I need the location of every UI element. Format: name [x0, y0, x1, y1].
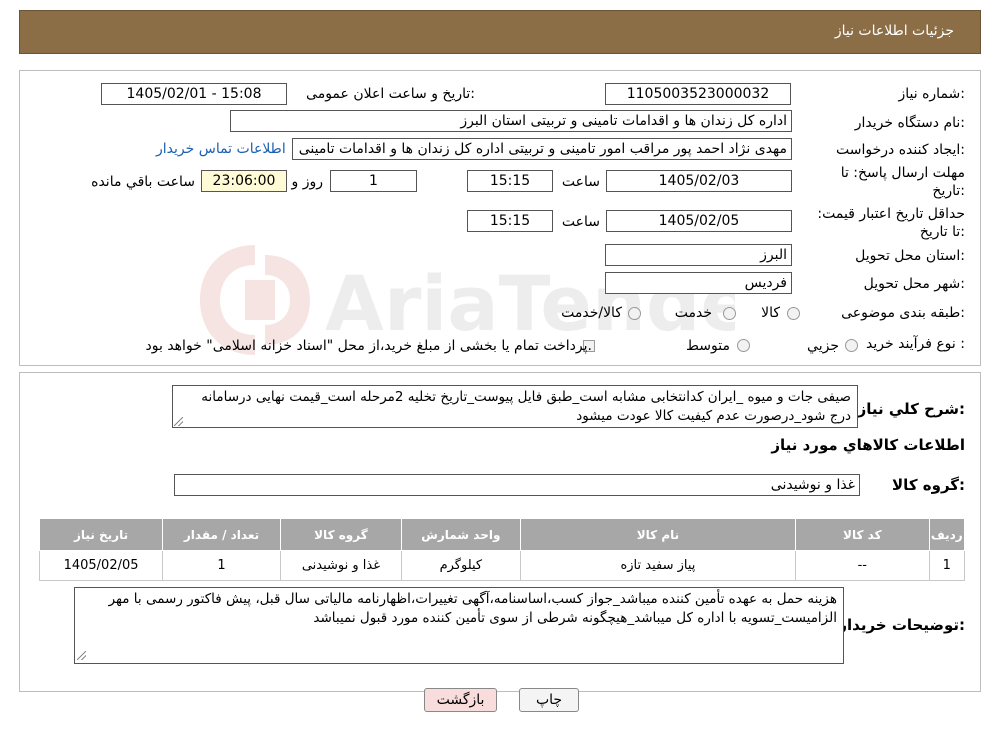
remaining-time-field: 23:06:00 [201, 170, 287, 192]
category-radio-both[interactable] [628, 307, 641, 320]
validity-date-field: 1405/02/05 [606, 210, 792, 232]
cell-unit: کیلوگرم [400, 550, 521, 581]
buyer-org-field: اداره کل زندان ها و اقدامات تامینی و ترب… [230, 110, 792, 132]
summary-textarea: صیفی جات و میوه _ایران کدانتخابی مشابه ا… [172, 385, 858, 428]
col-unit: واحد شمارش [400, 518, 521, 551]
deadline-time-label: ساعت [561, 174, 600, 190]
col-date: تاریخ نیاز [38, 518, 164, 551]
buyer-org-label: نام دستگاه خریدار: [854, 115, 965, 131]
cell-row: 1 [928, 550, 966, 581]
summary-label: شرح کلي نیاز: [857, 400, 965, 418]
buyer-notes-label: توضیحات خریدار: [838, 616, 965, 634]
province-label: استان محل تحویل: [855, 248, 965, 264]
process-option-minor: جزيي [807, 338, 839, 354]
city-field: فردیس [605, 272, 792, 294]
category-radio-service[interactable] [723, 307, 736, 320]
city-label: شهر محل تحویل: [863, 276, 965, 292]
col-qty: تعداد / مقدار [162, 518, 281, 551]
process-option-medium: متوسط [686, 338, 730, 354]
days-label: روز و [291, 174, 324, 190]
announce-field: 1405/02/01 - 15:08 [101, 83, 287, 105]
page-header: جزئیات اطلاعات نیاز [19, 10, 981, 54]
process-note: پرداخت تمام یا بخشی از مبلغ خرید،از محل … [145, 338, 592, 354]
requester-field: مهدی نژاد احمد پور مراقب امور تامینی و ت… [292, 138, 792, 160]
province-field: البرز [605, 244, 792, 266]
goods-table: ردیف کد کالا نام کالا واحد شمارش گروه کا… [38, 518, 966, 581]
announce-label: تاریخ و ساعت اعلان عمومی: [306, 86, 475, 102]
process-label: نوع فرآیند خرید : [866, 336, 965, 352]
print-button[interactable]: چاپ [519, 688, 579, 712]
col-name: نام کالا [519, 518, 797, 551]
category-radio-goods[interactable] [787, 307, 800, 320]
validity-time-field: 15:15 [467, 210, 553, 232]
deadline-date-field: 1405/02/03 [606, 170, 792, 192]
col-row: ردیف [928, 518, 966, 551]
requester-label: ایجاد کننده درخواست: [836, 142, 965, 158]
deadline-label: مهلت ارسال پاسخ: تا تاریخ: [840, 165, 965, 199]
process-radio-medium[interactable] [737, 339, 750, 352]
need-number-field: 1105003523000032 [605, 83, 791, 105]
cell-group: غذا و نوشیدنی [279, 550, 402, 581]
goods-group-field: غذا و نوشیدنی [174, 474, 860, 496]
process-radio-minor[interactable] [845, 339, 858, 352]
col-code: کد کالا [795, 518, 930, 551]
category-option-both: کالا/خدمت [561, 305, 622, 321]
cell-date: 1405/02/05 [38, 550, 164, 581]
col-group: گروه کالا [279, 518, 402, 551]
cell-qty: 1 [162, 550, 281, 581]
cell-code: -- [795, 550, 930, 581]
page-title: جزئیات اطلاعات نیاز [834, 23, 954, 39]
validity-time-label: ساعت [561, 214, 600, 230]
cell-name: پیاز سفید تازه [519, 550, 797, 581]
goods-info-title: اطلاعات کالاهاي مورد نیاز [771, 436, 965, 454]
category-option-service: خدمت [674, 305, 712, 321]
buyer-notes-textarea: هزینه حمل به عهده تأمین کننده میباشد_جوا… [74, 587, 844, 664]
buyer-notes-resize-grip[interactable] [77, 651, 86, 660]
back-button[interactable]: بازگشت [424, 688, 497, 712]
days-field: 1 [330, 170, 417, 192]
summary-resize-grip[interactable] [174, 417, 183, 426]
remaining-label: ساعت باقي مانده [91, 174, 195, 190]
category-label: طبقه بندی موضوعی: [841, 305, 965, 321]
deadline-time-field: 15:15 [467, 170, 553, 192]
category-option-goods: کالا [761, 305, 780, 321]
table-row: 1 -- پیاز سفید تازه کیلوگرم غذا و نوشیدن… [38, 550, 966, 581]
contact-buyer-link[interactable]: اطلاعات تماس خریدار [156, 141, 286, 157]
table-header-row: ردیف کد کالا نام کالا واحد شمارش گروه کا… [38, 518, 966, 551]
goods-group-label: گروه کالا: [892, 476, 965, 494]
need-number-label: شماره نیاز: [898, 86, 965, 102]
validity-label: حداقل تاریخ اعتبار قیمت: تا تاریخ: [817, 206, 965, 240]
